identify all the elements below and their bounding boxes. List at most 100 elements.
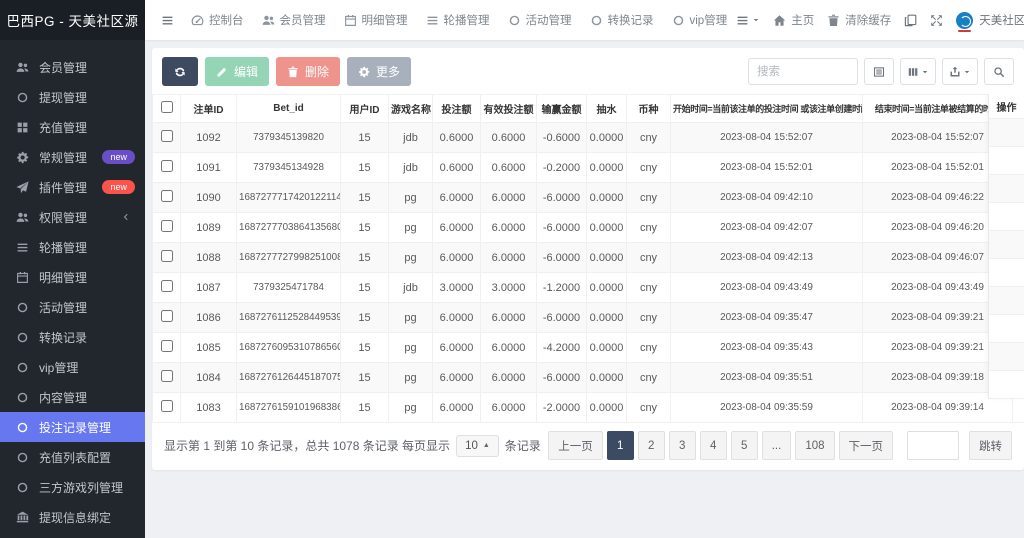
row-select-cell	[153, 183, 181, 213]
row-checkbox[interactable]	[161, 370, 173, 382]
table-cell: -1.2000	[537, 273, 587, 303]
page-button[interactable]: 2	[638, 431, 665, 460]
sidebar-item[interactable]: 充值管理	[0, 112, 145, 142]
page-button[interactable]: 3	[669, 431, 696, 460]
page-button[interactable]: 1	[607, 431, 634, 460]
select-all-checkbox[interactable]	[161, 101, 173, 113]
sidebar-item[interactable]: 会员管理	[0, 52, 145, 82]
actions-cell[interactable]	[989, 203, 1024, 231]
jump-button[interactable]: 跳转	[969, 431, 1012, 460]
card-view-toggle-button[interactable]	[864, 58, 894, 85]
more-button[interactable]: 更多	[347, 57, 411, 86]
more-label: 更多	[376, 63, 400, 80]
export-icon	[949, 66, 961, 78]
export-button[interactable]	[942, 58, 978, 85]
row-checkbox[interactable]	[161, 310, 173, 322]
page-button[interactable]: 108	[795, 431, 834, 460]
page-size-select[interactable]: 10 ▲	[456, 435, 499, 457]
list-dropdown-button[interactable]	[736, 14, 760, 27]
table-cell: 2023-08-04 15:52:01	[671, 153, 863, 183]
sidebar-item[interactable]: 插件管理new	[0, 172, 145, 202]
table-cell: 1687276112528449539	[237, 303, 341, 333]
table-cell: -6.0000	[537, 363, 587, 393]
navbar-item[interactable]: 轮播管理	[420, 12, 496, 28]
table-row: 1087737932547178415jdb3.00003.0000-1.200…	[153, 273, 1024, 303]
table-cell: 7379345139820	[237, 123, 341, 153]
actions-cell[interactable]	[989, 343, 1024, 371]
table-cell: 6.0000	[433, 213, 481, 243]
search-button[interactable]	[984, 58, 1014, 85]
sidebar-item[interactable]: 明细管理	[0, 262, 145, 292]
fullscreen-button[interactable]	[930, 14, 943, 27]
table-cell: 1089	[181, 213, 237, 243]
table-cell: 15	[341, 333, 389, 363]
table-cell: cny	[627, 213, 671, 243]
table-cell: 1084	[181, 363, 237, 393]
sidebar-item[interactable]: 转换记录	[0, 322, 145, 352]
table-cell: 1090	[181, 183, 237, 213]
page-jump-input[interactable]	[907, 431, 959, 460]
row-select-cell	[153, 393, 181, 423]
actions-cell[interactable]	[989, 259, 1024, 287]
sidebar-item[interactable]: 内容管理	[0, 382, 145, 412]
columns-button[interactable]	[900, 58, 936, 85]
sidebar-item[interactable]: 提现信息绑定	[0, 502, 145, 532]
table-cell: 15	[341, 123, 389, 153]
table-cell: cny	[627, 243, 671, 273]
actions-cell[interactable]	[989, 231, 1024, 259]
navbar-item[interactable]: vip管理	[666, 12, 734, 28]
site-link[interactable]: 天美社区源码网timibbs.net	[956, 12, 1024, 29]
delete-button[interactable]: 删除	[276, 57, 340, 86]
row-checkbox[interactable]	[161, 130, 173, 142]
actions-cell[interactable]	[989, 175, 1024, 203]
sidebar-item[interactable]: 三方游戏列管理	[0, 472, 145, 502]
select-all-cell	[153, 95, 181, 123]
users-icon	[15, 211, 30, 224]
navbar-item[interactable]: 控制台	[185, 12, 250, 28]
actions-cell[interactable]	[989, 287, 1024, 315]
actions-cell[interactable]	[989, 147, 1024, 175]
actions-cell[interactable]	[989, 371, 1024, 399]
table-cell: 1687276095310786560	[237, 333, 341, 363]
row-checkbox[interactable]	[161, 190, 173, 202]
search-input[interactable]	[748, 58, 858, 85]
clear-cache-link[interactable]: 清除缓存	[827, 12, 891, 28]
copy-page-button[interactable]	[904, 14, 917, 27]
new-badge: new	[102, 180, 135, 194]
row-checkbox[interactable]	[161, 340, 173, 352]
table-cell: 1083	[181, 393, 237, 423]
row-checkbox[interactable]	[161, 400, 173, 412]
sidebar-item[interactable]: 提现管理	[0, 82, 145, 112]
sidebar-item[interactable]: 活动管理	[0, 292, 145, 322]
actions-cell[interactable]	[989, 315, 1024, 343]
table-cell: 15	[341, 183, 389, 213]
sidebar-item[interactable]: vip管理	[0, 352, 145, 382]
sidebar-item[interactable]: 权限管理	[0, 202, 145, 232]
page-button[interactable]: 5	[731, 431, 758, 460]
table-row: 1086168727611252844953915pg6.00006.0000-…	[153, 303, 1024, 333]
menu-toggle-icon[interactable]	[153, 14, 182, 27]
table-cell: pg	[389, 303, 433, 333]
refresh-button[interactable]	[162, 57, 198, 86]
row-checkbox[interactable]	[161, 160, 173, 172]
prev-page-button[interactable]: 上一页	[548, 431, 603, 460]
table-cell: pg	[389, 243, 433, 273]
row-checkbox[interactable]	[161, 250, 173, 262]
navbar-item[interactable]: 转换记录	[584, 12, 660, 28]
row-checkbox[interactable]	[161, 280, 173, 292]
sidebar-item[interactable]: 充值列表配置	[0, 442, 145, 472]
next-page-button[interactable]: 下一页	[839, 431, 894, 460]
page-button[interactable]: 4	[700, 431, 727, 460]
sidebar-item[interactable]: 轮播管理	[0, 232, 145, 262]
table-cell: 1687277727998251008	[237, 243, 341, 273]
navbar-item[interactable]: 活动管理	[502, 12, 578, 28]
row-checkbox[interactable]	[161, 220, 173, 232]
sidebar-item[interactable]: 投注记录管理	[0, 412, 145, 442]
edit-button[interactable]: 编辑	[205, 57, 269, 86]
sidebar-item[interactable]: 常规管理new	[0, 142, 145, 172]
navbar-item[interactable]: 会员管理	[256, 12, 332, 28]
refresh-icon	[174, 66, 186, 78]
navbar-item[interactable]: 明细管理	[338, 12, 414, 28]
actions-cell[interactable]	[989, 119, 1024, 147]
home-link[interactable]: 主页	[773, 12, 814, 28]
